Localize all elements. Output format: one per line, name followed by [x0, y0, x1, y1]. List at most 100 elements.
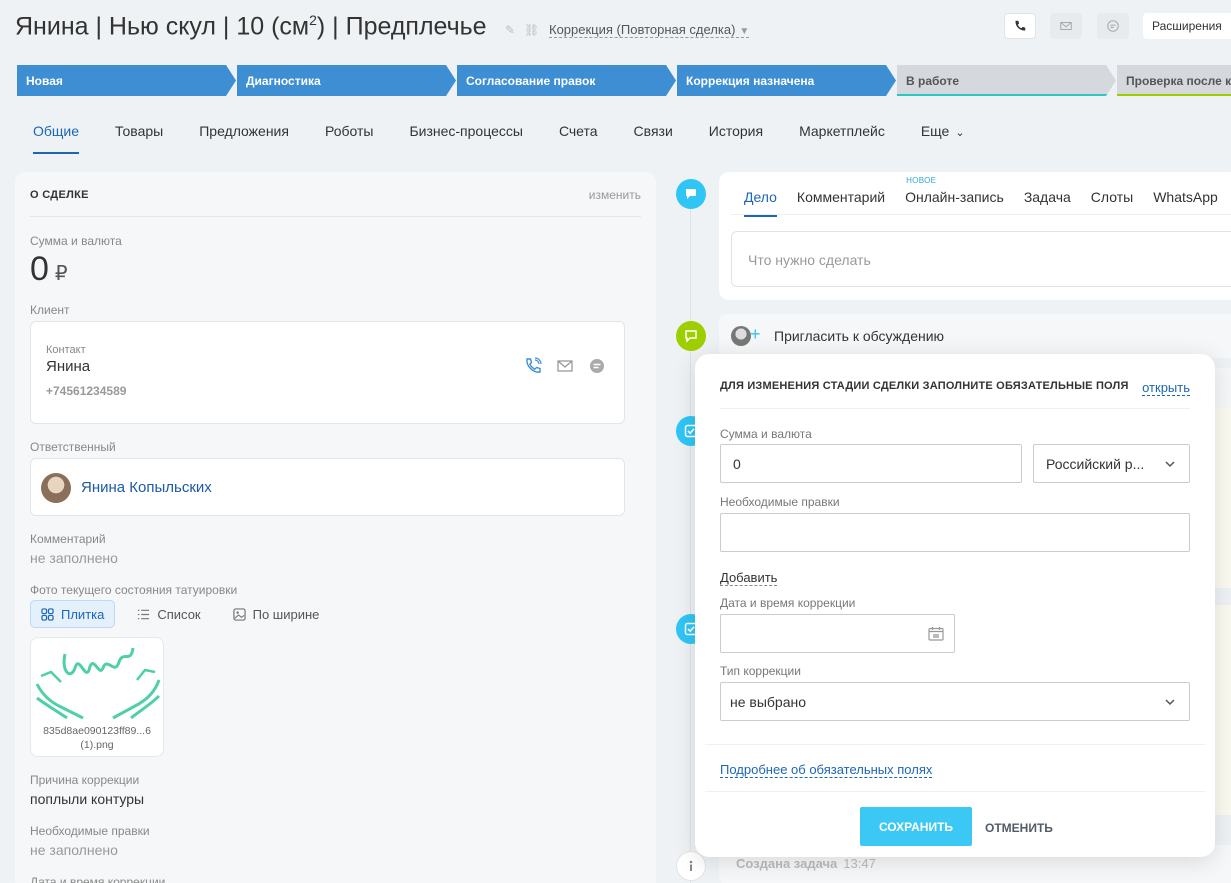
tab-label: Счета	[558, 123, 598, 139]
client-label: Клиент	[30, 303, 70, 317]
currency-select[interactable]: Российский р...	[1033, 444, 1190, 483]
calendar-icon[interactable]	[928, 626, 944, 641]
edit-section-link[interactable]: изменить	[589, 188, 641, 202]
sum-value: 0 ₽	[30, 250, 68, 289]
tab-more[interactable]: Еще ⌄	[921, 123, 965, 154]
chat-icon[interactable]	[588, 357, 606, 375]
reason-value: поплыли контуры	[30, 791, 145, 807]
stage-in-progress[interactable]: В работе	[897, 65, 1116, 96]
responsible-name[interactable]: Янина Копыльских	[81, 479, 212, 496]
tab-label: Еще	[920, 123, 950, 139]
edits-label: Необходимые правки	[30, 824, 150, 838]
tab-label: Связи	[633, 123, 673, 139]
more-info-link[interactable]: Подробнее об обязательных полях	[720, 762, 933, 778]
timeline-event-time: 13:47	[843, 856, 876, 871]
view-list-button[interactable]: Список	[127, 600, 210, 628]
grid-icon	[41, 607, 54, 621]
open-link[interactable]: открыть	[1142, 380, 1190, 396]
comment-icon	[686, 189, 696, 199]
activity-tab-todo[interactable]: Дело	[744, 189, 777, 217]
new-badge: НОВОЕ	[906, 176, 937, 185]
title-actions: ✎ ⛓	[505, 24, 539, 37]
tab-history[interactable]: История	[709, 123, 763, 154]
tab-marketplace[interactable]: Маркетплейс	[799, 123, 885, 154]
activity-tab-label: Слоты	[1090, 189, 1134, 205]
activity-tab-slots[interactable]: Слоты	[1091, 189, 1133, 217]
stage-diagnostics[interactable]: Диагностика	[237, 65, 456, 96]
chevron-down-icon	[1165, 699, 1175, 706]
invite-to-discussion[interactable]: + Пригласить к обсуждению	[719, 314, 1231, 358]
view-tile-button[interactable]: Плитка	[30, 600, 116, 628]
datetime-input[interactable]	[720, 614, 955, 653]
timeline-event-title: Создана задача	[736, 856, 838, 871]
tab-label: Общие	[33, 123, 80, 139]
email-button[interactable]	[1050, 13, 1082, 39]
extensions-button[interactable]: Расширения	[1143, 13, 1231, 39]
edits-value: не заполнено	[30, 842, 118, 858]
activity-tab-task[interactable]: Задача	[1024, 189, 1071, 217]
add-link[interactable]: Добавить	[720, 570, 778, 586]
timeline-activity-dot	[676, 179, 706, 209]
required-fields-popup: ДЛЯ ИЗМЕНЕНИЯ СТАДИИ СДЕЛКИ ЗАПОЛНИТЕ ОБ…	[695, 354, 1215, 857]
view-tile-label: Плитка	[61, 606, 105, 622]
tab-general[interactable]: Общие	[33, 123, 80, 154]
datetime-label: Дата и время коррекции	[30, 875, 166, 883]
activity-tab-label: Задача	[1023, 189, 1071, 205]
stage-label: В работе	[906, 74, 959, 88]
activity-tab-comment[interactable]: Комментарий	[797, 189, 885, 217]
reason-label: Причина коррекции	[30, 773, 140, 787]
chevron-down-icon: ▼	[739, 26, 750, 37]
edit-pencil-icon[interactable]: ✎	[505, 24, 518, 37]
tab-offers[interactable]: Предложения	[199, 123, 289, 154]
tab-label: Роботы	[324, 123, 374, 139]
tab-products[interactable]: Товары	[115, 123, 163, 154]
tab-invoices[interactable]: Счета	[559, 123, 598, 154]
responsible-card: Янина Копыльских	[30, 458, 625, 516]
cancel-button[interactable]: ОТМЕНИТЬ	[985, 821, 1053, 835]
tab-business-processes[interactable]: Бизнес-процессы	[409, 123, 522, 154]
extensions-label: Расширения	[1152, 19, 1222, 33]
type-label: Тип коррекции	[720, 664, 801, 678]
contact-type: Контакт	[46, 344, 86, 356]
category-label: Коррекция (Повторная сделка)	[549, 22, 736, 37]
stage-post-check[interactable]: Проверка после коррекции	[1117, 65, 1231, 96]
todo-input[interactable]: Что нужно сделать	[731, 231, 1231, 287]
title-superscript: 2	[309, 12, 317, 28]
deal-details-panel: О СДЕЛКЕ изменить Сумма и валюта 0 ₽ Клие…	[15, 172, 656, 883]
responsible-label: Ответственный	[30, 440, 116, 454]
title-tail: ) | Предплечье	[316, 12, 487, 41]
tab-links[interactable]: Связи	[634, 123, 673, 154]
tab-robots[interactable]: Роботы	[325, 123, 373, 154]
info-icon	[689, 860, 693, 871]
activity-tab-whatsapp[interactable]: WhatsApp	[1153, 189, 1218, 217]
avatar	[731, 326, 751, 346]
save-button[interactable]: СОХРАНИТЬ	[860, 807, 972, 846]
type-select[interactable]: не выбрано	[720, 682, 1190, 721]
section-title: О СДЕЛКЕ	[30, 189, 89, 201]
stage-approval[interactable]: Согласование правок	[457, 65, 676, 96]
call-button[interactable]	[1004, 13, 1036, 39]
activity-tab-label: Дело	[744, 189, 777, 205]
list-icon	[138, 609, 150, 619]
chat-button[interactable]	[1097, 13, 1129, 39]
view-wide-button[interactable]: По ширине	[223, 600, 330, 628]
sum-input[interactable]: 0	[720, 444, 1022, 483]
chevron-down-icon: ⌄	[955, 127, 965, 139]
category-selector[interactable]: Коррекция (Повторная сделка) ▼	[549, 22, 750, 38]
contact-name[interactable]: Янина	[46, 358, 90, 375]
envelope-icon[interactable]	[556, 357, 574, 375]
tattoo-image	[35, 647, 161, 720]
activity-tab-online-booking[interactable]: НОВОЕ Онлайн-запись	[905, 176, 1004, 217]
edits-input[interactable]	[720, 513, 1190, 552]
avatar[interactable]	[41, 473, 71, 503]
phone-icon[interactable]	[524, 357, 542, 375]
contact-phone[interactable]: +74561234589	[46, 384, 126, 398]
tab-label: Товары	[115, 123, 164, 139]
activity-tab-label: WhatsApp	[1153, 189, 1218, 205]
activity-tabs: Дело Комментарий НОВОЕ Онлайн-запись Зада…	[744, 176, 1231, 217]
stage-correction-scheduled[interactable]: Коррекция назначена	[677, 65, 896, 96]
contact-actions	[524, 357, 606, 375]
photo-thumbnail[interactable]: 835d8ae090123ff89...6 (1).png	[30, 637, 164, 757]
stage-new[interactable]: Новая	[17, 65, 236, 96]
copy-link-icon[interactable]: ⛓	[524, 24, 539, 37]
